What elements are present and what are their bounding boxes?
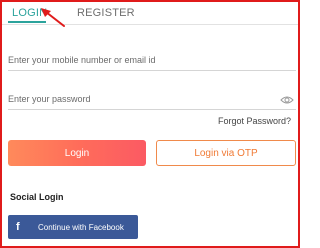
login-via-otp-button[interactable]: Login via OTP bbox=[156, 140, 296, 166]
forgot-password-link[interactable]: Forgot Password? bbox=[218, 116, 291, 126]
password-field bbox=[8, 89, 296, 111]
annotation-arrow-icon bbox=[41, 8, 65, 27]
login-button[interactable]: Login bbox=[8, 140, 146, 166]
eye-icon[interactable] bbox=[280, 95, 294, 105]
mobile-email-input[interactable] bbox=[8, 50, 296, 71]
continue-with-facebook-button[interactable]: f Continue with Facebook bbox=[8, 215, 138, 239]
login-panel: LOGIN REGISTER Forgot Password? Login Lo… bbox=[0, 0, 300, 248]
tab-register[interactable]: REGISTER bbox=[77, 7, 135, 19]
social-login-heading: Social Login bbox=[10, 192, 64, 202]
password-input[interactable] bbox=[8, 89, 296, 110]
facebook-button-label: Continue with Facebook bbox=[38, 222, 124, 232]
mobile-email-field bbox=[8, 50, 296, 72]
facebook-icon: f bbox=[16, 221, 20, 233]
